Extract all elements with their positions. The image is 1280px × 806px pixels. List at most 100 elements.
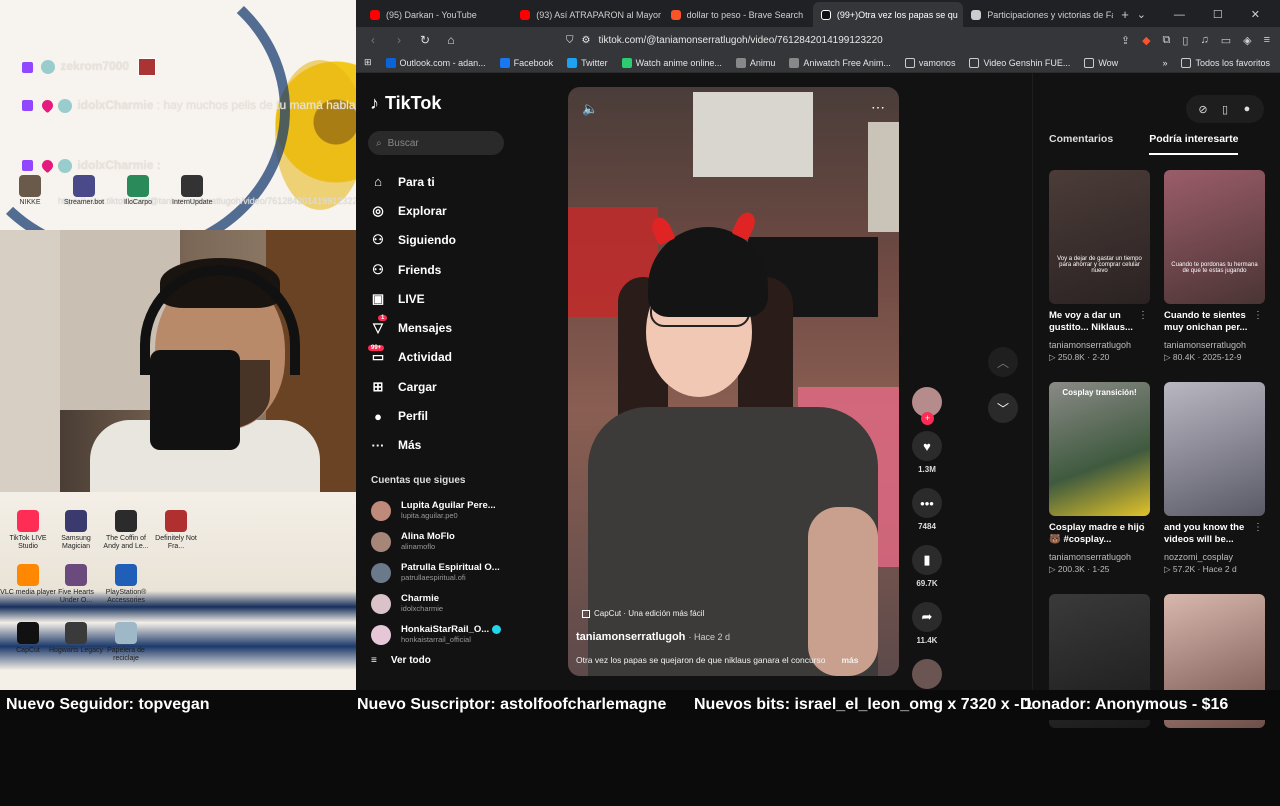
previous-video-button[interactable]: ︿ [988,347,1018,377]
menu-icon[interactable]: ≡ [1264,34,1270,47]
desktop-icon[interactable]: Papelera de reciclaje [98,622,154,662]
compass-icon[interactable]: ⊘ [1192,103,1214,116]
video-thumbnail[interactable]: Cuando te pordonas tu hermana de que te … [1164,170,1265,304]
creator-avatar[interactable]: + [912,387,942,425]
sidebar-item-siguiendo[interactable]: ⚇ Siguiendo [370,226,456,255]
bookmark-item[interactable]: Animu [735,57,775,68]
sidebar-item-mensajes[interactable]: ▽ 1 Mensajes [370,313,456,342]
followed-account[interactable]: Charmie idolxcharmie [371,588,501,619]
sidebar-item-live[interactable]: ▣ LIVE [370,284,456,313]
new-tab-button[interactable]: + [1113,2,1136,27]
sidebar-item-mas[interactable]: ··· Más [370,431,456,460]
video-thumbnail[interactable]: Voy a dejar de gastar un tiempo para aho… [1049,170,1150,304]
extensions-icon[interactable]: ⧉ [1163,34,1171,47]
sidebar-item-perfil[interactable]: ● Perfil [370,401,456,430]
browser-tab[interactable]: Participaciones y victorias de Faker [963,2,1113,27]
chevron-right-icon[interactable]: » [1162,58,1167,68]
tiktok-logo[interactable]: ♪ TikTok [370,93,441,114]
sound-disk[interactable] [912,659,942,689]
more-options-icon[interactable]: ⋮ [1253,522,1263,533]
share-icon[interactable]: ⇪ [1121,34,1130,47]
bookmark-item[interactable]: Facebook [499,57,553,68]
more-options-icon[interactable]: ⋮ [1253,310,1263,321]
vpn-icon[interactable]: ◈ [1243,34,1251,47]
wallet-icon[interactable]: ▭ [1221,34,1231,47]
bookmark-item[interactable]: Watch anime online... [621,57,722,68]
followed-account[interactable]: HonkaiStarRail_O... honkaistarrail_offici… [371,619,502,650]
music-icon[interactable]: ♫ [1200,34,1208,47]
followed-account[interactable]: Patrulla Espiritual O... patrullaespiritu… [371,557,501,588]
see-all-button[interactable]: ≡ Ver todo [371,655,431,666]
device-icon[interactable]: ▯ [1214,103,1236,116]
site-settings-icon[interactable]: ⚙ [582,35,591,46]
comment-button[interactable]: ••• 7484 [907,488,947,531]
video-player[interactable]: 🔈 ⋯ CapCut · Una edición más fácil tania… [568,87,899,676]
video-author[interactable]: taniamonserratlugoh · Hace 2 d [576,631,730,643]
webcam-feed [0,230,356,492]
video-thumbnail[interactable]: Cosplay transición! [1049,382,1150,516]
more-link[interactable]: más [842,655,859,665]
bookmark-item[interactable]: Outlook.com - adan... [385,57,486,68]
desktop-icon[interactable]: InternUpdate [172,175,212,206]
desktop-icon[interactable]: The Coffin of Andy and Le... [98,510,154,550]
sidebar-item-para-ti[interactable]: ⌂ Para ti [370,167,456,196]
desktop-icon[interactable]: Five Hearts Under O... [48,564,104,604]
desktop-icon[interactable]: Streamer.bot [64,175,104,206]
sidebar-item-cargar[interactable]: ⊞ Cargar [370,372,456,401]
sidebar-item-friends[interactable]: ⚇ Friends [370,255,456,284]
next-video-button[interactable]: ﹀ [988,393,1018,423]
desktop-icon[interactable]: NIKKE [10,175,50,206]
bookmark-folder[interactable]: Wow [1084,57,1118,68]
suggested-video[interactable]: Cuando te pordonas tu hermana de que te … [1164,170,1265,382]
bookmark-folder[interactable]: Video Genshin FUE... [969,57,1070,68]
chevron-down-icon[interactable]: ⌄ [1137,8,1146,21]
browser-tab-active[interactable]: (99+)Otra vez los papas se qu✕ [812,2,964,27]
profile-avatar[interactable]: ● [1236,103,1258,115]
forward-button[interactable]: › [392,33,406,47]
desktop-icon[interactable]: IlloCarpo [118,175,158,206]
sidebar-item-actividad[interactable]: ▭ 99+ Actividad [368,343,456,372]
volume-icon[interactable]: 🔈 [582,101,598,117]
followed-account[interactable]: Alina MoFlo alinamoflo [371,526,501,557]
suggested-video[interactable]: and you know the videos will be... nozzom… [1164,382,1265,594]
desktop-icon[interactable]: PlayStation® Accessories [98,564,154,604]
more-options-icon[interactable]: ⋮ [1138,522,1148,533]
like-button[interactable]: ♥ 1.3M [907,431,947,474]
desktop-icon[interactable]: Hogwarts Legacy [48,622,104,655]
more-options-icon[interactable]: ⋯ [871,99,885,116]
desktop-icon[interactable]: Definitely Not Fra... [148,510,204,550]
home-button[interactable]: ⌂ [444,33,458,47]
bookmark-item[interactable]: Aniwatch Free Anim... [789,57,891,68]
capcut-tag[interactable]: CapCut · Una edición más fácil [582,609,704,618]
maximize-button[interactable]: ☐ [1213,8,1223,21]
suggested-video[interactable]: Cosplay transición! Cosplay madre e hijo … [1049,382,1150,594]
address-bar[interactable]: ⛉ ⚙ tiktok.com/@taniamonserratlugoh/vide… [566,35,986,46]
sidebar-item-explorar[interactable]: ◎ Explorar [370,196,456,225]
suggested-video[interactable]: Voy a dejar de gastar un tiempo para aho… [1049,170,1150,382]
sidebar-icon[interactable]: ▯ [1182,34,1188,47]
tab-comentarios[interactable]: Comentarios [1049,133,1113,155]
all-bookmarks[interactable]: Todos los favoritos [1181,57,1280,68]
followed-account[interactable]: Lupita Aguilar Pere... lupita.aguilar.pe0 [371,495,501,526]
bookmark-icon[interactable]: ⛉ [566,35,574,46]
more-options-icon[interactable]: ⋮ [1138,310,1148,321]
tab-podria-interesarte[interactable]: Podría interesarte [1149,133,1239,155]
bookmark-item[interactable]: Twitter [567,57,608,68]
save-button[interactable]: ▮ 69.7K [907,545,947,588]
search-input[interactable]: ⌕ Buscar [368,131,504,155]
reload-button[interactable]: ↻ [418,33,432,47]
video-thumbnail[interactable] [1164,382,1265,516]
follow-plus-icon[interactable]: + [921,412,934,425]
share-button[interactable]: ➦ 11.4K [907,602,947,645]
minimize-button[interactable]: — [1174,9,1185,21]
apps-icon[interactable]: ⊞ [364,57,372,68]
back-button[interactable]: ‹ [366,33,380,47]
browser-tab[interactable]: (95) Darkan - YouTube [362,2,512,27]
brave-shield-icon[interactable]: ◆ [1142,34,1150,47]
close-window-button[interactable]: ✕ [1251,8,1260,21]
browser-tab[interactable]: dollar to peso - Brave Search [663,2,813,27]
url-text[interactable]: tiktok.com/@taniamonserratlugoh/video/76… [598,35,882,46]
browser-tab[interactable]: (93) Así ATRAPARON al Mayor Che [512,2,663,27]
bookmark-folder[interactable]: vamonos [904,57,955,68]
desktop-icon[interactable]: Samsung Magician [48,510,104,550]
